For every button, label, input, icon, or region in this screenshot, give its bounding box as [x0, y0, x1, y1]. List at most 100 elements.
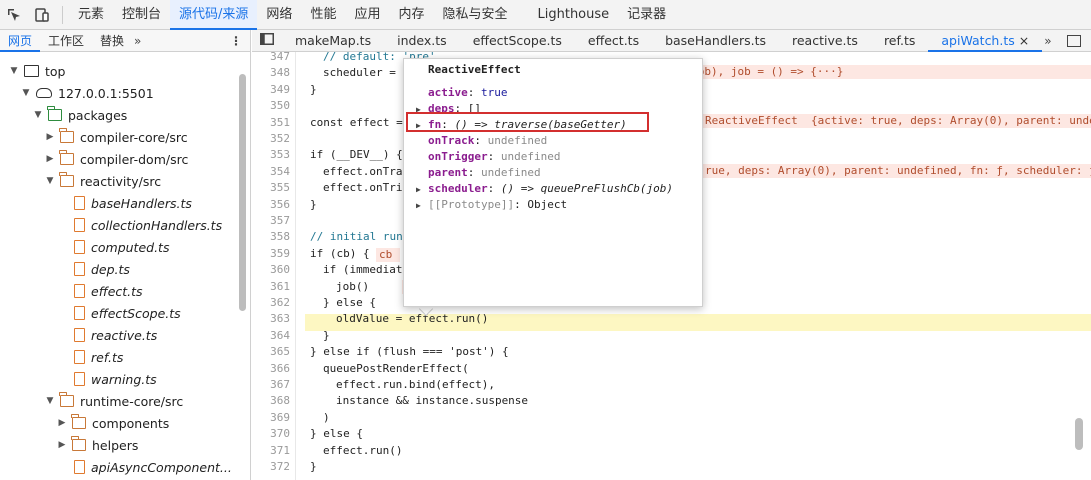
- line-number[interactable]: 354: [252, 164, 290, 180]
- line-number[interactable]: 351: [252, 115, 290, 131]
- editor-tab-effect[interactable]: effect.ts: [575, 30, 652, 52]
- line-number[interactable]: 356: [252, 197, 290, 213]
- tree-folder-item[interactable]: ▶ helpers: [0, 434, 238, 456]
- line-number[interactable]: 348: [252, 65, 290, 81]
- toggle-navigator-icon[interactable]: [252, 32, 282, 49]
- frame-icon: [24, 65, 39, 77]
- line-number[interactable]: 362: [252, 295, 290, 311]
- expand-arrow-right-icon[interactable]: ▶: [56, 418, 68, 428]
- tree-folder-item[interactable]: ▼ reactivity/src: [0, 170, 238, 192]
- tab-lighthouse[interactable]: Lighthouse: [529, 0, 619, 30]
- tree-file-item[interactable]: effectScope.ts: [0, 302, 238, 324]
- expand-arrow-right-icon[interactable]: ▶: [44, 154, 56, 164]
- editor-tab-label: apiWatch.ts: [941, 32, 1015, 48]
- close-tab-icon[interactable]: ×: [1019, 33, 1029, 48]
- tree-folder-item[interactable]: ▶ components: [0, 412, 238, 434]
- tree-folder-item[interactable]: ▶ compiler-core/src: [0, 126, 238, 148]
- popover-property-row[interactable]: active: true: [416, 85, 508, 101]
- expand-arrow-right-icon[interactable]: ▶: [416, 182, 428, 198]
- tab-recorder[interactable]: 记录器: [618, 0, 675, 30]
- line-number[interactable]: 355: [252, 180, 290, 196]
- editor-tab-makemap[interactable]: makeMap.ts: [282, 30, 384, 52]
- tree-file-item[interactable]: warning.ts: [0, 368, 238, 390]
- tab-performance[interactable]: 性能: [301, 0, 345, 30]
- tree-file-item[interactable]: reactive.ts: [0, 324, 238, 346]
- code-line: ): [323, 410, 330, 424]
- tree-file-item[interactable]: apiAsyncComponent...: [0, 456, 238, 478]
- tab-workspace[interactable]: 工作区: [40, 30, 92, 52]
- line-number[interactable]: 364: [252, 328, 290, 344]
- expand-arrow-down-icon[interactable]: ▼: [32, 110, 44, 120]
- expand-arrow-right-icon[interactable]: ▶: [416, 198, 428, 214]
- popover-property-row[interactable]: onTrigger: undefined: [416, 149, 560, 165]
- tab-network[interactable]: 网络: [257, 0, 301, 30]
- tab-overrides[interactable]: 替换: [92, 30, 132, 52]
- tab-sources[interactable]: 源代码/来源: [170, 0, 258, 30]
- expand-arrow-right-icon[interactable]: ▶: [56, 440, 68, 450]
- tree-file-item[interactable]: ref.ts: [0, 346, 238, 368]
- tree-folder-item[interactable]: ▼ top: [0, 60, 238, 82]
- line-number[interactable]: 363: [252, 311, 290, 327]
- line-number[interactable]: 368: [252, 393, 290, 409]
- toggle-debugger-icon[interactable]: [1067, 34, 1081, 47]
- tree-file-item[interactable]: dep.ts: [0, 258, 238, 280]
- tree-folder-item[interactable]: ▼ packages: [0, 104, 238, 126]
- more-options-icon[interactable]: ⋮: [230, 34, 242, 48]
- editor-tab-index[interactable]: index.ts: [384, 30, 460, 52]
- editor-tab-ref[interactable]: ref.ts: [871, 30, 928, 52]
- tree-item-label: computed.ts: [91, 239, 170, 255]
- editor-tab-reactive[interactable]: reactive.ts: [779, 30, 871, 52]
- tree-file-item[interactable]: collectionHandlers.ts: [0, 214, 238, 236]
- inspect-element-icon[interactable]: [0, 0, 28, 30]
- editor-tab-effectscope[interactable]: effectScope.ts: [460, 30, 575, 52]
- line-number[interactable]: 367: [252, 377, 290, 393]
- editor-tab-basehandlers[interactable]: baseHandlers.ts: [652, 30, 779, 52]
- expand-arrow-down-icon[interactable]: ▼: [20, 88, 32, 98]
- line-number[interactable]: 370: [252, 426, 290, 442]
- tree-folder-item[interactable]: ▼ 127.0.0.1:5501: [0, 82, 238, 104]
- tree-item-label: packages: [68, 107, 128, 123]
- line-number[interactable]: 347: [252, 52, 290, 65]
- tree-folder-item[interactable]: ▼ runtime-core/src: [0, 390, 238, 412]
- tree-item-label: effect.ts: [91, 283, 143, 299]
- tab-privacy-security[interactable]: 隐私与安全: [433, 0, 516, 30]
- expand-arrow-down-icon[interactable]: ▼: [8, 66, 20, 76]
- tree-file-item[interactable]: effect.ts: [0, 280, 238, 302]
- line-number[interactable]: 371: [252, 443, 290, 459]
- line-number[interactable]: 369: [252, 410, 290, 426]
- line-number[interactable]: 360: [252, 262, 290, 278]
- expand-arrow-down-icon[interactable]: ▼: [44, 176, 56, 186]
- popover-property-row[interactable]: onTrack: undefined: [416, 133, 547, 149]
- navigator-scrollbar[interactable]: [239, 74, 246, 311]
- tab-application[interactable]: 应用: [345, 0, 389, 30]
- tab-console[interactable]: 控制台: [113, 0, 170, 30]
- tree-file-item[interactable]: computed.ts: [0, 236, 238, 258]
- tree-folder-item[interactable]: ▶ compiler-dom/src: [0, 148, 238, 170]
- popover-property-row[interactable]: ▶ scheduler: () => queuePreFlushCb(job): [416, 181, 673, 197]
- line-number[interactable]: 359: [252, 246, 290, 262]
- line-number[interactable]: 350: [252, 98, 290, 114]
- tab-memory[interactable]: 内存: [389, 0, 433, 30]
- property-separator: :: [474, 134, 488, 147]
- tab-page[interactable]: 网页: [0, 30, 41, 52]
- tree-file-item[interactable]: baseHandlers.ts: [0, 192, 238, 214]
- expand-arrow-down-icon[interactable]: ▼: [44, 396, 56, 406]
- line-number[interactable]: 357: [252, 213, 290, 229]
- editor-scrollbar[interactable]: [1075, 418, 1083, 450]
- line-number[interactable]: 372: [252, 459, 290, 475]
- editor-tab-apiwatch[interactable]: apiWatch.ts ×: [928, 30, 1043, 52]
- popover-property-row[interactable]: ▶ [[Prototype]]: Object: [416, 197, 567, 213]
- more-editor-tabs-icon[interactable]: »: [1044, 34, 1051, 48]
- line-number[interactable]: 361: [252, 279, 290, 295]
- line-number[interactable]: 349: [252, 82, 290, 98]
- line-number[interactable]: 352: [252, 131, 290, 147]
- line-number[interactable]: 365: [252, 344, 290, 360]
- more-tabs-icon[interactable]: »: [134, 34, 141, 48]
- line-number[interactable]: 366: [252, 361, 290, 377]
- device-toolbar-icon[interactable]: [28, 0, 56, 30]
- line-number[interactable]: 353: [252, 147, 290, 163]
- expand-arrow-right-icon[interactable]: ▶: [44, 132, 56, 142]
- tab-elements[interactable]: 元素: [69, 0, 113, 30]
- line-number[interactable]: 358: [252, 229, 290, 245]
- popover-property-row[interactable]: parent: undefined: [416, 165, 541, 181]
